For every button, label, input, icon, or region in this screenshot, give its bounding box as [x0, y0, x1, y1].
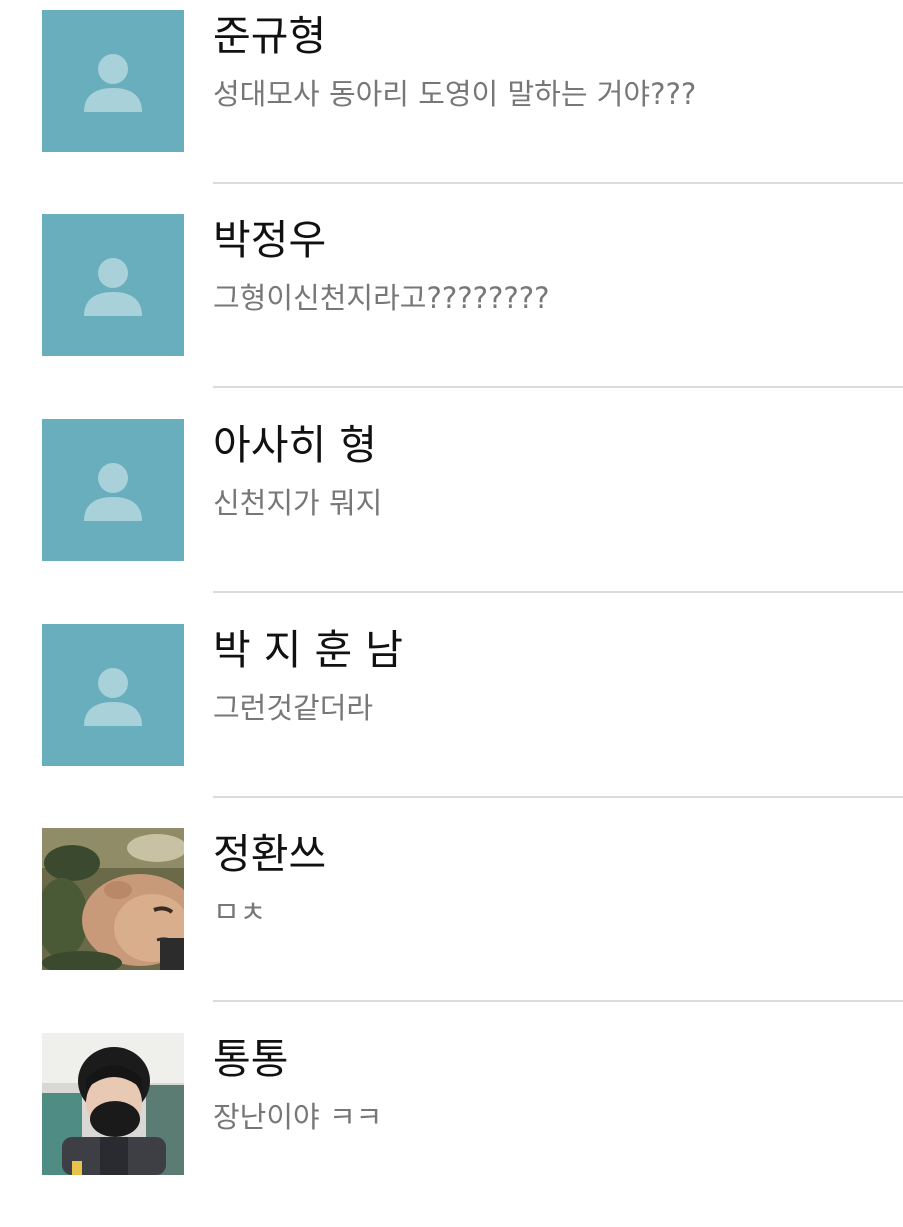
chat-row[interactable]: 박정우 그형이신천지라고????????	[0, 204, 903, 408]
profile-photo	[42, 1033, 184, 1175]
divider	[213, 796, 903, 798]
contact-name: 준규형	[213, 12, 327, 60]
default-person-icon	[84, 463, 142, 521]
chat-row[interactable]: 통통 장난이야 ㅋㅋ	[0, 1023, 903, 1227]
avatar[interactable]	[42, 1033, 184, 1175]
last-message: 성대모사 동아리 도영이 말하는 거야???	[213, 77, 697, 111]
chat-row[interactable]: 박 지 훈 남 그런것같더라	[0, 614, 903, 818]
divider	[213, 1000, 903, 1002]
contact-name: 박정우	[213, 216, 327, 264]
divider	[213, 182, 903, 184]
last-message: 그형이신천지라고????????	[213, 281, 550, 315]
avatar[interactable]	[42, 10, 184, 152]
contact-name: 정환쓰	[213, 830, 327, 878]
chat-list: 준규형 성대모사 동아리 도영이 말하는 거야??? 박정우 그형이신천지라고?…	[0, 0, 903, 1200]
last-message: 그런것같더라	[213, 691, 374, 725]
chat-row[interactable]: 준규형 성대모사 동아리 도영이 말하는 거야???	[0, 0, 903, 204]
avatar[interactable]	[42, 828, 184, 970]
avatar[interactable]	[42, 419, 184, 561]
default-person-icon	[84, 54, 142, 112]
avatar[interactable]	[42, 214, 184, 356]
divider	[213, 591, 903, 593]
chat-row[interactable]: 정환쓰 ㅁㅊ	[0, 818, 903, 1022]
contact-name: 박 지 훈 남	[213, 626, 403, 674]
chat-row[interactable]: 아사히 형 신천지가 뭐지	[0, 409, 903, 613]
default-person-icon	[84, 668, 142, 726]
last-message: 신천지가 뭐지	[213, 486, 383, 520]
divider	[213, 386, 903, 388]
contact-name: 통통	[213, 1035, 289, 1083]
last-message: ㅁㅊ	[213, 895, 267, 929]
contact-name: 아사히 형	[213, 421, 377, 469]
last-message: 장난이야 ㅋㅋ	[213, 1100, 383, 1134]
profile-photo	[42, 828, 184, 970]
default-person-icon	[84, 258, 142, 316]
avatar[interactable]	[42, 624, 184, 766]
